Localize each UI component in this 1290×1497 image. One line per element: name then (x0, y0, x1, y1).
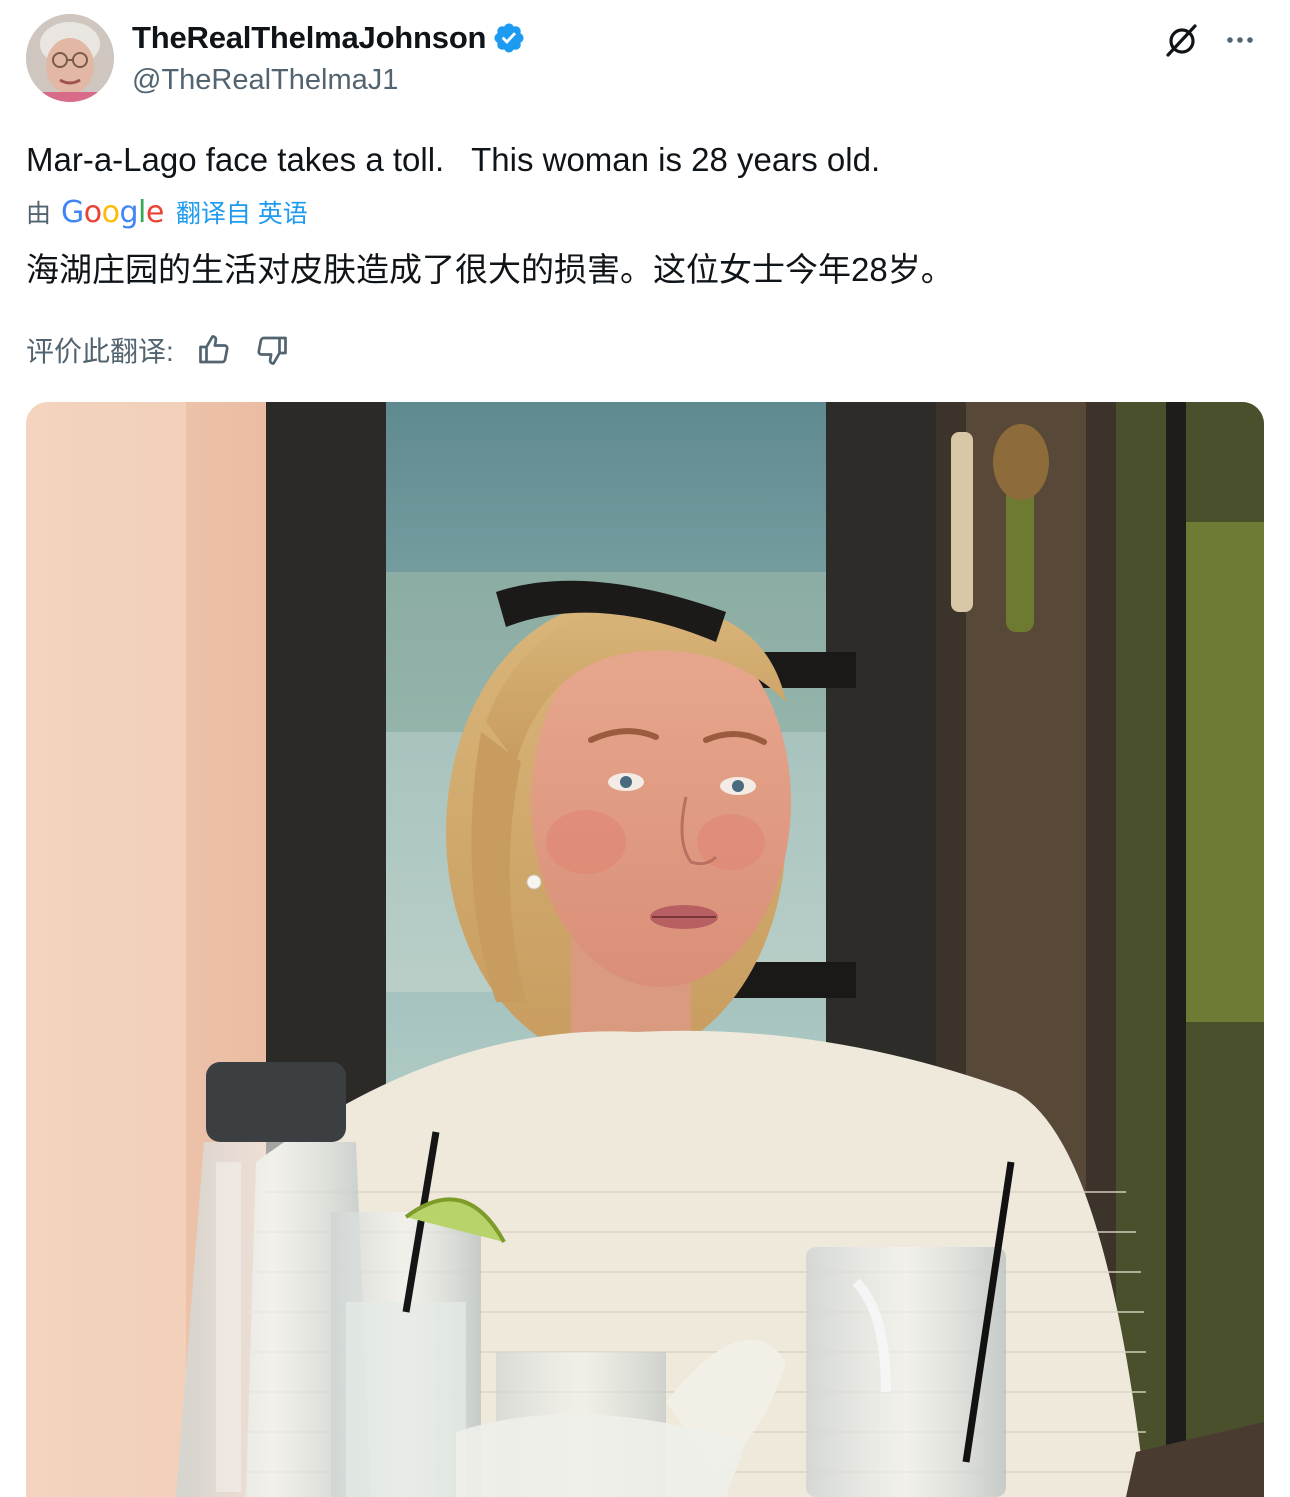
grok-icon[interactable] (1162, 20, 1202, 60)
translated-post-text: 海湖庄园的生活对皮肤造成了很大的损害。这位女士今年28岁。 (26, 251, 954, 288)
author-display-name[interactable]: TheRealThelmaJohnson (132, 20, 486, 56)
thumbs-up-icon[interactable] (196, 332, 232, 368)
post-header: TheRealThelmaJohnson @TheRealThelmaJ1 (26, 14, 1264, 106)
author-name-row: TheRealThelmaJohnson (132, 20, 526, 56)
post-text: Mar-a-Lago face takes a toll. This woman… (26, 141, 881, 178)
translated-from-link[interactable]: 翻译自 英语 (176, 194, 308, 230)
thumbs-down-icon[interactable] (254, 332, 290, 368)
google-logo: Google (61, 194, 164, 230)
post-media-photo[interactable] (26, 402, 1264, 1497)
translation-prefix: 由 (26, 200, 52, 228)
author-handle[interactable]: @TheRealThelmaJ1 (132, 64, 398, 97)
translation-attribution: 由 Google 翻译自 英语 (26, 192, 308, 232)
author-avatar[interactable] (26, 14, 114, 102)
rate-translation-label: 评价此翻译: (26, 336, 174, 367)
more-options-icon[interactable] (1220, 22, 1260, 58)
verified-badge-icon (494, 23, 524, 53)
photo-image (26, 402, 1264, 1497)
avatar-image (26, 14, 114, 102)
rate-translation-row: 评价此翻译: (26, 328, 312, 372)
